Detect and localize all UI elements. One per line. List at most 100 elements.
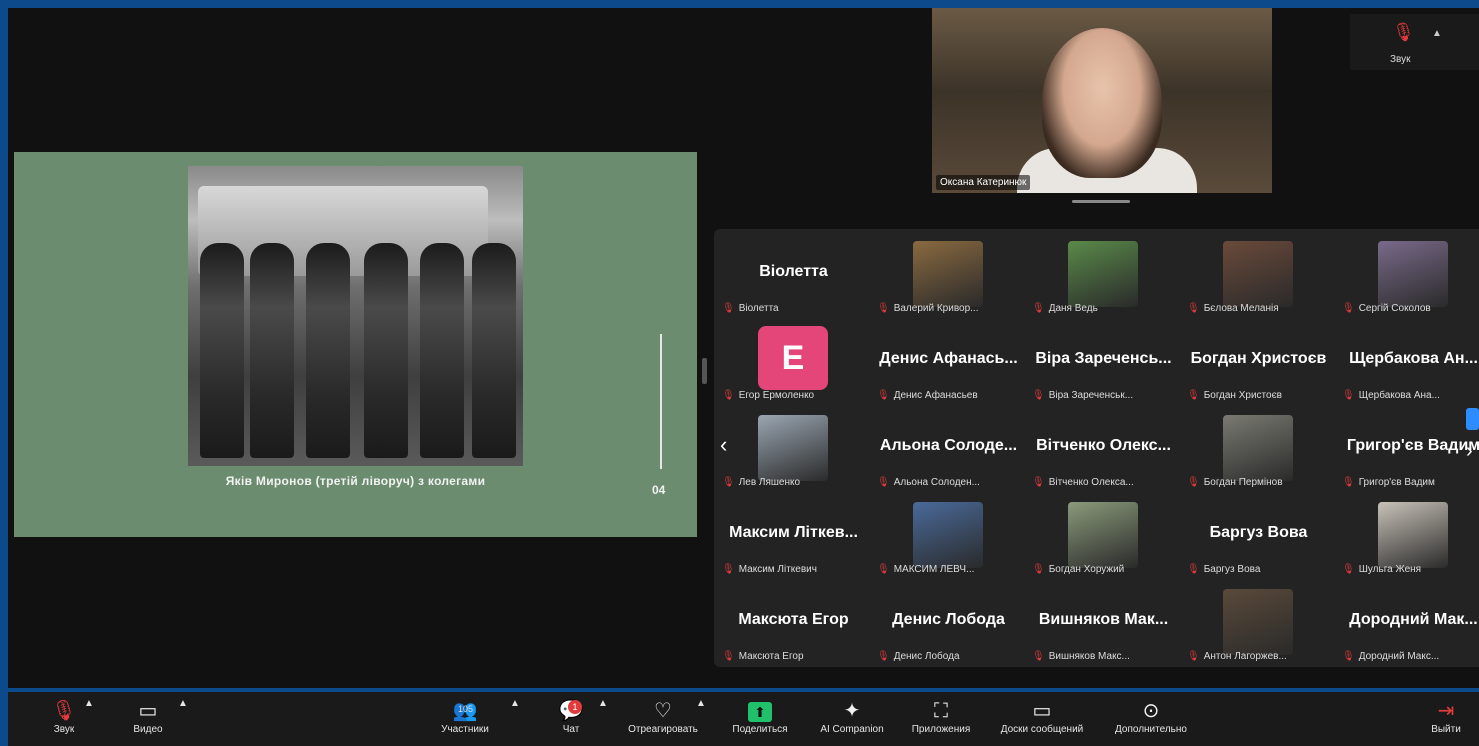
chat-badge: 1	[568, 700, 582, 714]
participant-name: МАКСИМ ЛЕВЧ...	[893, 564, 975, 575]
participant-tile[interactable]: Максим Літкев... 🎙 Максим Літкевич	[716, 494, 871, 581]
audio-button[interactable]: 🎙 Звук	[42, 698, 86, 735]
gallery-scroll-indicator[interactable]	[1466, 408, 1479, 430]
chevron-right-icon[interactable]: ›	[1466, 440, 1473, 463]
participant-tile[interactable]: Богдан Христоєв 🎙 Богдан Христоєв	[1181, 320, 1336, 407]
participant-name: Щербакова Ана...	[1358, 390, 1440, 401]
leave-button-label: Выйти	[1431, 724, 1461, 735]
avatar-initial: E	[758, 326, 828, 390]
participant-tile[interactable]: Денис Лобода 🎙 Денис Лобода	[871, 581, 1026, 668]
person	[200, 243, 244, 458]
participants-button[interactable]: 👥 105 Участники	[428, 698, 502, 735]
participant-tile[interactable]: 🎙 Антон Лагоржев...	[1181, 581, 1336, 668]
chevron-up-icon[interactable]: ▲	[510, 698, 520, 709]
participant-tile[interactable]: 🎙 Богдан Пермінов	[1181, 407, 1336, 494]
resize-bar[interactable]	[1072, 200, 1130, 203]
shared-screen: Яків Миронов (третій ліворуч) з колегами…	[14, 152, 697, 537]
mic-muted-icon: 🎙	[51, 700, 77, 722]
chat-button-label: Чат	[562, 724, 580, 735]
participant-video	[913, 502, 983, 568]
person	[472, 243, 516, 458]
mic-muted-icon: 🎙	[1187, 477, 1200, 488]
participant-tile[interactable]: 🎙 Шульга Женя	[1336, 494, 1479, 581]
participant-video	[1378, 502, 1448, 568]
video-button[interactable]: ▭ Видео	[126, 698, 170, 735]
participant-tile[interactable]: Вітченко Олекс... 🎙 Вітченко Олекса...	[1026, 407, 1181, 494]
participant-name-label: 🎙 Григор'єв Вадим	[1342, 477, 1435, 488]
participant-tile[interactable]: Вишняков Мак... 🎙 Вишняков Макс...	[1026, 581, 1181, 668]
mic-muted-icon: 🎙	[1032, 303, 1045, 314]
mic-muted-icon: 🎙	[1342, 303, 1355, 314]
mic-muted-icon: 🎙	[722, 564, 735, 575]
participant-display-name: Денис Афанась...	[879, 350, 1018, 367]
participant-tile[interactable]: 🎙 Валерий Кривор...	[871, 233, 1026, 320]
participant-name-label: 🎙 Валерий Кривор...	[877, 303, 978, 314]
speaker-name: Оксана Катеринюк	[936, 175, 1031, 190]
participant-tile[interactable]: Віолетта 🎙 Віолетта	[716, 233, 871, 320]
participant-name-label: 🎙 Віолетта	[722, 303, 779, 314]
heart-icon: ♡	[654, 700, 672, 722]
mic-muted-icon: 🎙	[722, 477, 735, 488]
apps-icon: ⛶	[934, 700, 948, 722]
audio-button-label: Звук	[53, 724, 75, 735]
active-speaker-video[interactable]	[932, 8, 1272, 193]
leave-icon: ⇥	[1437, 700, 1455, 722]
speaker-face	[1042, 28, 1162, 178]
share-button[interactable]: ⬆ Поделиться	[722, 698, 798, 735]
participant-tile[interactable]: 🎙 МАКСИМ ЛЕВЧ...	[871, 494, 1026, 581]
participant-tile[interactable]: 🎙 Лев Ляшенко	[716, 407, 871, 494]
chevron-up-icon[interactable]: ▲	[178, 698, 188, 709]
chat-button[interactable]: 💬 1 Чат	[554, 698, 588, 735]
apps-button[interactable]: ⛶ Приложения	[904, 698, 978, 735]
more-button[interactable]: ⊙ Дополнительно	[1106, 698, 1196, 735]
participant-name-label: 🎙 Денис Лобода	[877, 651, 960, 662]
participant-tile[interactable]: 🎙 Богдан Хоружий	[1026, 494, 1181, 581]
participant-name: Денис Афанасьев	[893, 390, 978, 401]
share-button-label: Поделиться	[732, 724, 788, 735]
participant-tile[interactable]: 🎙 Сергій Соколов	[1336, 233, 1479, 320]
leave-button[interactable]: ⇥ Выйти	[1426, 698, 1466, 735]
more-button-label: Дополнительно	[1115, 724, 1187, 735]
whiteboards-button[interactable]: ▭ Доски сообщений	[990, 698, 1094, 735]
participant-tile[interactable]: Альона Солоде... 🎙 Альона Солоден...	[871, 407, 1026, 494]
participant-name: Вітченко Олекса...	[1048, 477, 1134, 488]
floating-audio-control[interactable]: 🎙 ▲ Звук	[1350, 14, 1479, 70]
participant-tile[interactable]: E 🎙 Егор Ермоленко	[716, 320, 871, 407]
mic-muted-icon: 🎙	[1187, 303, 1200, 314]
split-handle[interactable]	[702, 358, 707, 384]
mic-muted-icon: 🎙	[1342, 564, 1355, 575]
mic-muted-icon: 🎙	[1032, 477, 1045, 488]
participants-count: 105	[458, 704, 474, 714]
participant-display-name: Максим Літкев...	[729, 524, 858, 541]
participant-tile[interactable]: Щербакова Ан... 🎙 Щербакова Ана...	[1336, 320, 1479, 407]
chevron-up-icon[interactable]: ▲	[1432, 28, 1442, 39]
participant-name: Валерий Кривор...	[893, 303, 979, 314]
participant-tile[interactable]: Денис Афанась... 🎙 Денис Афанасьев	[871, 320, 1026, 407]
ai-companion-button[interactable]: ✦ AI Companion	[812, 698, 892, 735]
mic-muted-icon: 🎙	[1032, 564, 1045, 575]
participant-tile[interactable]: Максюта Егор 🎙 Максюта Егор	[716, 581, 871, 668]
participant-name-label: 🎙 Богдан Христоєв	[1187, 390, 1282, 401]
participant-tile[interactable]: 🎙 Даня Ведь	[1026, 233, 1181, 320]
participant-tile[interactable]: 🎙 Бєлова Меланія	[1181, 233, 1336, 320]
participant-tile[interactable]: Баргуз Вова 🎙 Баргуз Вова	[1181, 494, 1336, 581]
participant-tile[interactable]: Григор'єв Вадим 🎙 Григор'єв Вадим	[1336, 407, 1479, 494]
participant-name: Егор Ермоленко	[738, 390, 815, 401]
participant-tile[interactable]: Дородний Мак... 🎙 Дородний Макс...	[1336, 581, 1479, 668]
participant-name-label: 🎙 Даня Ведь	[1032, 303, 1098, 314]
participant-display-name: Богдан Христоєв	[1190, 350, 1327, 367]
participant-display-name: Вишняков Мак...	[1038, 611, 1169, 628]
chevron-left-icon[interactable]: ‹	[720, 432, 727, 458]
meeting-toolbar: 🎙 Звук ▲ ▭ Видео ▲ 👥 105 Участники ▲ 💬 1…	[8, 692, 1479, 746]
mic-muted-icon[interactable]: 🎙	[1392, 22, 1415, 43]
chevron-up-icon[interactable]: ▲	[84, 698, 94, 709]
participant-name-label: 🎙 Альона Солоден...	[877, 477, 980, 488]
participant-tile[interactable]: Віра Зареченсь... 🎙 Віра Зареченськ...	[1026, 320, 1181, 407]
mic-muted-icon: 🎙	[722, 303, 735, 314]
chevron-up-icon[interactable]: ▲	[598, 698, 608, 709]
participant-name: Баргуз Вова	[1203, 564, 1261, 575]
participant-name-label: 🎙 Богдан Пермінов	[1187, 477, 1283, 488]
participant-name: Максим Літкевич	[738, 564, 817, 575]
chevron-up-icon[interactable]: ▲	[696, 698, 706, 709]
react-button[interactable]: ♡ Отреагировать	[620, 698, 706, 735]
